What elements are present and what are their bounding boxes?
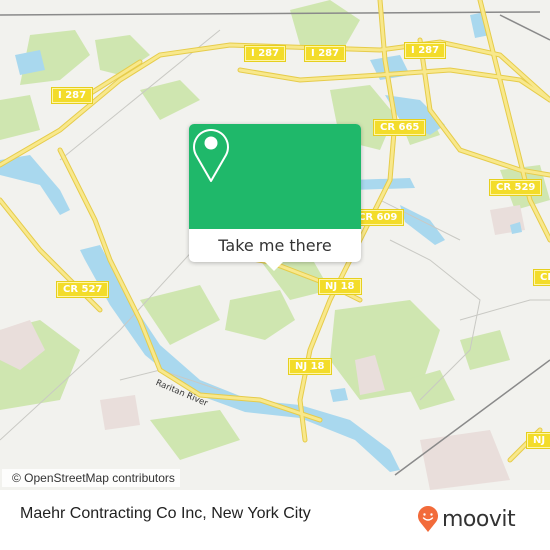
road-shield-nj18: NJ 18	[318, 278, 362, 295]
moovit-wordmark: moovit	[442, 506, 516, 532]
road-shield-i287: I 287	[243, 45, 287, 62]
place-title: Maehr Contracting Co Inc, New York City	[20, 505, 311, 522]
popup-header	[189, 124, 361, 229]
road-shield-nj18: NJ 18	[288, 358, 332, 375]
road-shield-i287: I 287	[403, 42, 447, 59]
road-shield-nj-edge: NJ	[525, 432, 550, 449]
road-shield-i287: I 287	[50, 87, 94, 104]
map-view[interactable]: I 287 I 287 I 287 I 287 CR 665 CR 609 CR…	[0, 0, 550, 490]
moovit-logo[interactable]: moovit	[417, 505, 516, 533]
road-shield-i287: I 287	[303, 45, 347, 62]
road-shield-cr665: CR 665	[372, 119, 427, 136]
road-shield-cr529: CR 529	[488, 179, 543, 196]
road-shield-cr527: CR 527	[55, 281, 110, 298]
road-shield-cr-edge: CR	[532, 269, 550, 286]
take-me-there-button[interactable]: Take me there	[189, 229, 361, 262]
map-attribution[interactable]: © OpenStreetMap contributors	[2, 469, 180, 487]
location-popup: Take me there	[189, 124, 361, 271]
moovit-pin-icon	[418, 506, 438, 532]
popup-pointer	[265, 262, 283, 271]
location-pin-icon	[193, 129, 229, 182]
